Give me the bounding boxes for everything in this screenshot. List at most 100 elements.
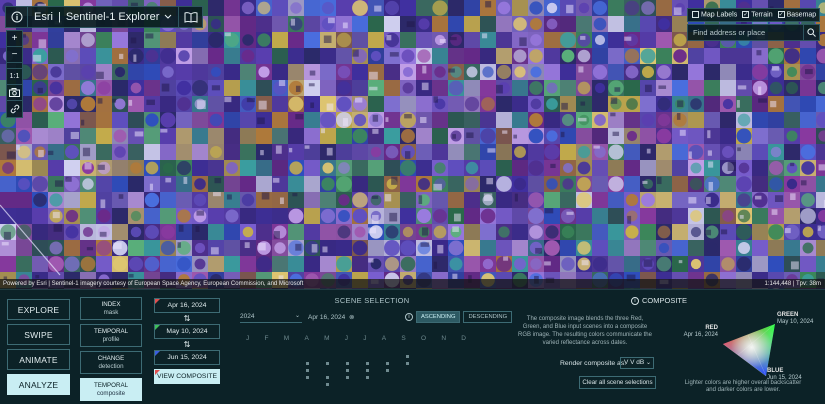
scene-date-dot[interactable] bbox=[306, 369, 309, 372]
descending-button[interactable]: DESCENDING bbox=[463, 311, 513, 323]
red-date-label: Apr 16, 2024 bbox=[167, 302, 207, 309]
chevron-down-icon: ⌄ bbox=[645, 360, 651, 366]
map-labels-toggle[interactable]: Map Labels bbox=[692, 11, 738, 19]
minus-icon[interactable]: − bbox=[7, 47, 22, 63]
blue-channel-marker bbox=[155, 351, 160, 356]
layer-toggles: Map Labels ✓ Terrain ✓ Basemap bbox=[687, 8, 820, 22]
scene-date-dot[interactable] bbox=[306, 376, 309, 379]
camera-icon[interactable] bbox=[7, 85, 22, 101]
month-label: O bbox=[421, 335, 427, 342]
scene-date-dot[interactable] bbox=[326, 362, 329, 365]
month-label: D bbox=[461, 335, 466, 342]
one-to-one-icon[interactable]: 1:1 bbox=[7, 69, 22, 85]
tool-label: INDEX bbox=[101, 300, 121, 308]
search-icon[interactable] bbox=[803, 25, 819, 40]
month-label: M bbox=[324, 335, 330, 342]
scene-date-dot[interactable] bbox=[366, 369, 369, 372]
scene-date-dot[interactable] bbox=[306, 362, 309, 365]
tool-label: CHANGE bbox=[97, 354, 125, 362]
mode-analyze-button[interactable]: ANALYZE bbox=[7, 374, 70, 395]
selected-scene-date: Apr 16, 2024 ⊗ bbox=[308, 313, 355, 321]
view-composite-button[interactable]: VIEW COMPOSITE bbox=[154, 369, 220, 384]
brand-label: Esri bbox=[34, 11, 53, 23]
search-input[interactable] bbox=[688, 28, 803, 37]
red-legend-date: Apr 16, 2024 bbox=[683, 332, 718, 338]
green-legend: GREEN May 10, 2024 bbox=[777, 312, 813, 326]
blue-legend-name: BLUE bbox=[767, 368, 784, 374]
green-channel-marker bbox=[155, 325, 160, 330]
chevron-down-icon: ⌄ bbox=[294, 313, 300, 319]
blue-scene-date[interactable]: Jun 15, 2024 bbox=[154, 350, 220, 365]
map-labels-label: Map Labels bbox=[701, 11, 738, 19]
chevron-down-icon bbox=[164, 14, 172, 20]
month-label: A bbox=[304, 335, 309, 342]
basemap-label: Basemap bbox=[786, 11, 817, 19]
basemap-toggle[interactable]: ✓ Basemap bbox=[777, 11, 817, 19]
tool-index-mask-button[interactable]: INDEX mask bbox=[80, 297, 142, 320]
clear-selections-button[interactable]: Clear all scene selections bbox=[579, 376, 656, 389]
info-icon[interactable] bbox=[6, 7, 28, 27]
link-icon[interactable] bbox=[7, 101, 22, 117]
scene-date-dot[interactable] bbox=[346, 362, 349, 365]
tool-temporal-composite-button[interactable]: TEMPORAL composite bbox=[80, 378, 142, 401]
tool-change-detection-button[interactable]: CHANGE detection bbox=[80, 351, 142, 374]
map-attribution: Powered by Esri | Sentinel-1 imagery cou… bbox=[0, 279, 825, 289]
title-divider: | bbox=[57, 11, 61, 23]
swap-arrows-icon[interactable]: ⇅ bbox=[154, 339, 220, 350]
checkbox-checked-icon[interactable]: ✓ bbox=[777, 11, 785, 19]
scene-date-dot[interactable] bbox=[366, 376, 369, 379]
red-channel-marker bbox=[155, 299, 160, 304]
app-title[interactable]: Esri | Sentinel-1 Explorer bbox=[28, 11, 178, 23]
render-composite-label: Render composite as: bbox=[560, 360, 627, 367]
checkbox-unchecked-icon[interactable] bbox=[692, 11, 699, 19]
clear-date-icon[interactable]: ⊗ bbox=[349, 314, 354, 321]
map-tools: + − 1:1 bbox=[6, 30, 23, 118]
ascending-button[interactable]: ASCENDING bbox=[416, 311, 461, 323]
info-icon[interactable]: i bbox=[631, 296, 639, 305]
rgb-marker-icon bbox=[155, 370, 160, 375]
scene-date-dot[interactable] bbox=[406, 355, 409, 358]
tool-label: TEMPORAL bbox=[93, 381, 129, 389]
composite-date-list: Apr 16, 2024 ⇅ May 10, 2024 ⇅ Jun 15, 20… bbox=[154, 298, 220, 384]
app-header: Esri | Sentinel-1 Explorer bbox=[5, 6, 204, 28]
green-scene-date[interactable]: May 10, 2024 bbox=[154, 324, 220, 339]
render-composite-select[interactable]: V V dB ⌄ bbox=[620, 357, 654, 369]
green-legend-name: GREEN bbox=[777, 312, 799, 318]
mode-animate-button[interactable]: ANIMATE bbox=[7, 349, 70, 370]
tool-temporal-profile-button[interactable]: TEMPORAL profile bbox=[80, 324, 142, 347]
orbit-direction-toggle: i ASCENDING DESCENDING bbox=[405, 311, 513, 323]
year-select[interactable]: 2024 ⌄ bbox=[240, 313, 302, 323]
composite-description: The composite image blends the three Red… bbox=[518, 316, 652, 346]
red-scene-date[interactable]: Apr 16, 2024 bbox=[154, 298, 220, 313]
mode-explore-button[interactable]: EXPLORE bbox=[7, 299, 70, 320]
terrain-toggle[interactable]: ✓ Terrain bbox=[742, 11, 773, 19]
scene-date-dot[interactable] bbox=[326, 383, 329, 386]
scene-date-dot[interactable] bbox=[406, 362, 409, 365]
map-view[interactable]: Esri | Sentinel-1 Explorer + − 1:1 Map L… bbox=[0, 0, 825, 289]
scene-date-dot[interactable] bbox=[346, 369, 349, 372]
swap-arrows-icon[interactable]: ⇅ bbox=[154, 313, 220, 324]
composite-imagery bbox=[0, 0, 825, 289]
scene-date-dot[interactable] bbox=[366, 362, 369, 365]
mode-swipe-button[interactable]: SWIPE bbox=[7, 324, 70, 345]
terrain-label: Terrain bbox=[751, 11, 773, 19]
red-legend: RED Apr 16, 2024 bbox=[674, 325, 718, 339]
month-header: J F M A M J J A S O N D bbox=[246, 335, 466, 342]
scene-selection: SCENE SELECTION 2024 ⌄ Apr 16, 2024 ⊗ i … bbox=[232, 296, 513, 396]
scene-date-dot[interactable] bbox=[346, 376, 349, 379]
composite-panel: i COMPOSITE The composite image blends t… bbox=[518, 294, 818, 400]
book-icon[interactable] bbox=[178, 7, 202, 27]
composite-title: i COMPOSITE bbox=[631, 296, 687, 305]
search-box bbox=[687, 24, 820, 41]
scene-date-dot[interactable] bbox=[326, 376, 329, 379]
plus-icon[interactable]: + bbox=[7, 31, 22, 47]
composite-footnote: Lighter colors are higher overall backsc… bbox=[684, 380, 802, 393]
info-icon[interactable]: i bbox=[405, 313, 413, 321]
render-composite-value: V V dB bbox=[624, 359, 645, 366]
checkbox-checked-icon[interactable]: ✓ bbox=[742, 11, 750, 19]
tool-sublabel: profile bbox=[102, 335, 120, 343]
green-legend-date: May 10, 2024 bbox=[777, 319, 814, 325]
scene-date-dot[interactable] bbox=[386, 369, 389, 372]
green-date-label: May 10, 2024 bbox=[166, 328, 208, 335]
scene-date-dot[interactable] bbox=[386, 362, 389, 365]
